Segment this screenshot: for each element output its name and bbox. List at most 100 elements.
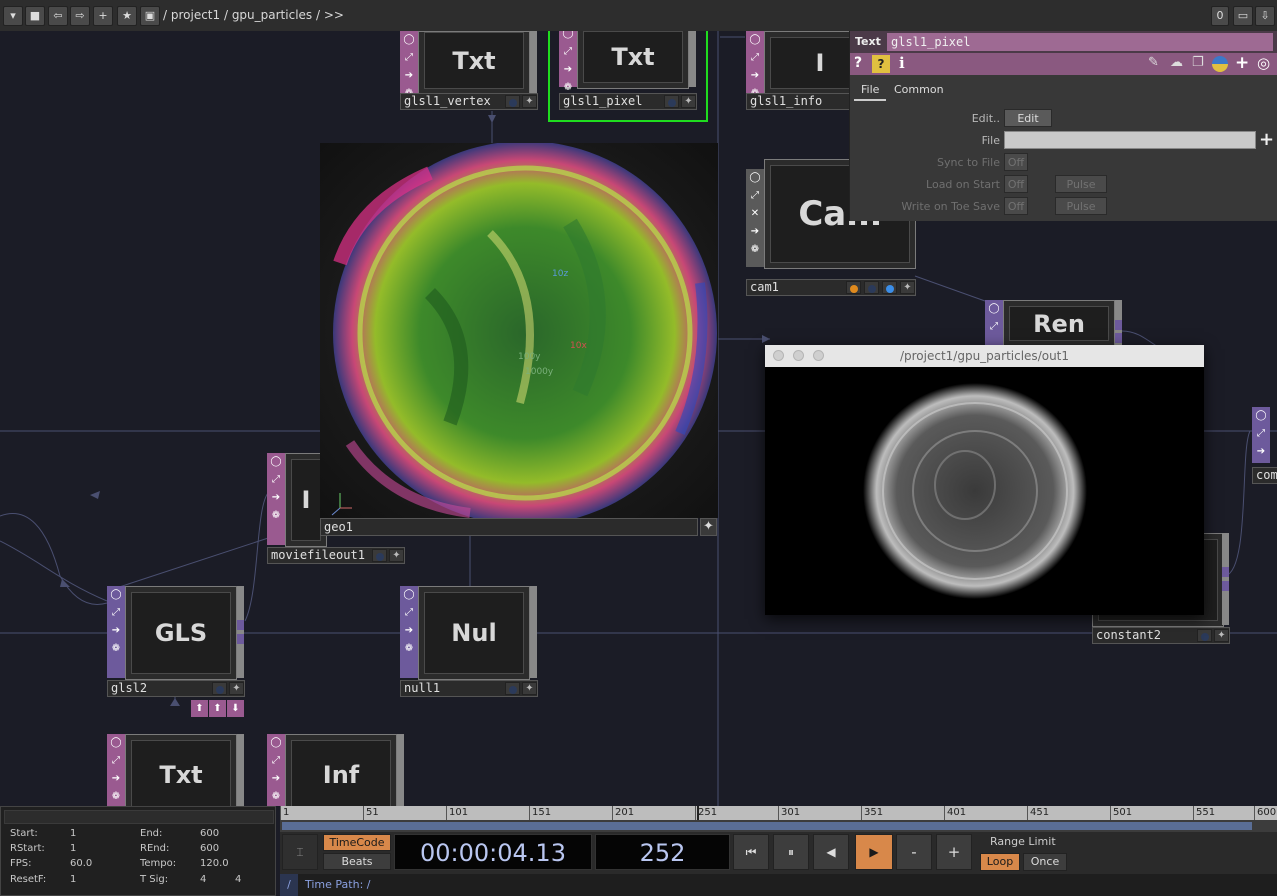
node-name: glsl1_info [750, 94, 823, 108]
network-path[interactable]: / project1 / gpu_particles / >> [163, 8, 344, 22]
window-icon[interactable]: ▭ [1233, 6, 1253, 26]
menu-dropdown-icon[interactable]: ▾ [3, 6, 23, 26]
python-icon[interactable] [1212, 56, 1228, 72]
tsig-label: T Sig: [140, 874, 169, 885]
beats-toggle[interactable]: Beats [323, 853, 391, 870]
loop-toggle[interactable]: Loop [980, 853, 1020, 871]
geo-viewer[interactable]: 10z 10x 100y 1000y [320, 143, 718, 518]
download-icon[interactable]: ⇩ [1255, 6, 1275, 26]
axis-label-y: 100y [518, 352, 541, 362]
input-2-icon[interactable]: ⬆ [209, 700, 226, 717]
write-pulse-button[interactable]: Pulse [1055, 197, 1107, 215]
rend-label: REnd: [140, 843, 170, 854]
ruler-tick: 600 [1254, 806, 1276, 820]
start-value[interactable]: 1 [70, 828, 76, 839]
ruler-tick: 401 [944, 806, 966, 820]
node-name: geo1 [324, 520, 353, 534]
tab-common[interactable]: Common [894, 83, 944, 96]
range-bar[interactable] [280, 820, 1277, 832]
output-window[interactable]: /project1/gpu_particles/out1 [765, 345, 1204, 615]
help-icon[interactable]: ? [854, 55, 862, 71]
end-value[interactable]: 600 [200, 828, 219, 839]
panel-icon[interactable]: ▣ [140, 6, 160, 26]
node-name: cam1 [750, 280, 779, 294]
axis-label-y2: 1000y [525, 367, 554, 377]
edit-button[interactable]: Edit [1004, 109, 1052, 127]
sync-toggle[interactable]: Off [1004, 153, 1028, 171]
window-maximize-icon[interactable] [813, 350, 824, 361]
timecode-display[interactable]: 00:00:04.13 [394, 834, 592, 870]
playhead[interactable] [697, 806, 699, 820]
pause-icon[interactable]: ⏸ [773, 834, 809, 870]
active-tab-underline [854, 99, 886, 101]
copy-icon[interactable]: ❐ [1192, 55, 1204, 70]
file-field[interactable] [1004, 131, 1256, 149]
once-toggle[interactable]: Once [1023, 853, 1067, 871]
panel-header: Text glsl1_pixel [850, 31, 1277, 53]
output-preview [765, 367, 1204, 615]
tab-file[interactable]: File [861, 83, 879, 96]
node-type-label: I [301, 486, 311, 514]
window-minimize-icon[interactable] [793, 350, 804, 361]
node-type-label: Nul [451, 619, 497, 647]
ruler-tick: 101 [446, 806, 468, 820]
param-sync-row: Sync to File Off [850, 153, 1277, 173]
ruler-tick: 301 [778, 806, 800, 820]
op-name-field[interactable]: glsl1_pixel [887, 33, 1273, 51]
step-back-button[interactable]: - [896, 834, 932, 870]
load-toggle[interactable]: Off [1004, 175, 1028, 193]
cue-icon[interactable]: ⌶ [282, 834, 318, 870]
input-3-icon[interactable]: ⬇ [227, 700, 244, 717]
info-icon[interactable]: i [899, 54, 905, 72]
fps-label: FPS: [10, 858, 32, 869]
target-icon[interactable]: ◎ [1257, 54, 1270, 72]
geo-plus-icon[interactable]: ✦ [700, 518, 717, 536]
param-file-row: File + [850, 129, 1277, 151]
step-forward-button[interactable]: + [936, 834, 972, 870]
node-name: constant2 [1096, 628, 1162, 642]
node-type-label: Txt [159, 761, 203, 789]
forward-arrow-icon[interactable]: ⇨ [70, 6, 90, 26]
resetf-value[interactable]: 1 [70, 874, 76, 885]
file-browse-plus-icon[interactable]: + [1259, 129, 1274, 150]
comment-icon[interactable]: ☁ [1170, 55, 1183, 70]
load-pulse-button[interactable]: Pulse [1055, 175, 1107, 193]
node-name: moviefileout1 [271, 548, 365, 562]
param-label: Write on Toe Save [901, 200, 1000, 213]
rend-value[interactable]: 600 [200, 843, 219, 854]
fps-value[interactable]: 60.0 [70, 858, 92, 869]
op-type-label: Text [855, 35, 881, 48]
edit-pencil-icon[interactable]: ✎ [1148, 55, 1159, 70]
timeline-ruler[interactable]: 1 51 101 151 201 251 301 351 401 451 501… [280, 806, 1277, 820]
input-1-icon[interactable]: ⬆ [191, 700, 208, 717]
add-icon[interactable]: + [1235, 53, 1249, 73]
node-glsl1-pixel[interactable]: ◯ ⤢ ➔ ❁ Txt glsl1_pixel ✦ [548, 31, 708, 122]
parameter-panel: Text glsl1_pixel ? ? i ✎ ☁ ❐ + ◎ File Co… [849, 31, 1277, 221]
node-type-label: Ren [1033, 309, 1085, 338]
window-close-icon[interactable] [773, 350, 784, 361]
python-help-icon[interactable]: ? [872, 55, 890, 73]
param-write-row: Write on Toe Save Off Pulse [850, 197, 1277, 217]
star-icon[interactable]: ★ [117, 6, 137, 26]
tsig-numerator[interactable]: 4 [200, 874, 206, 885]
timecode-toggle[interactable]: TimeCode [323, 834, 391, 851]
tempo-value[interactable]: 120.0 [200, 858, 229, 869]
rstart-value[interactable]: 1 [70, 843, 76, 854]
range-limit-label: Range Limit [990, 835, 1056, 848]
ruler-tick: 551 [1193, 806, 1215, 820]
stop-icon[interactable]: ■ [25, 6, 45, 26]
param-load-row: Load on Start Off Pulse [850, 175, 1277, 195]
back-arrow-icon[interactable]: ⇦ [48, 6, 68, 26]
add-icon[interactable]: + [93, 6, 113, 26]
play-forward-icon[interactable]: ▶ [855, 834, 893, 870]
end-label: End: [140, 828, 163, 839]
node-name: com [1256, 468, 1277, 482]
play-reverse-icon[interactable]: ◀ [813, 834, 849, 870]
write-toggle[interactable]: Off [1004, 197, 1028, 215]
tsig-denominator[interactable]: 4 [235, 874, 241, 885]
frame-display[interactable]: 252 [595, 834, 730, 870]
path-root[interactable]: / [280, 874, 298, 896]
stats-header [4, 810, 274, 824]
param-label: Sync to File [937, 156, 1000, 169]
rewind-icon[interactable]: ⏮ [733, 834, 769, 870]
